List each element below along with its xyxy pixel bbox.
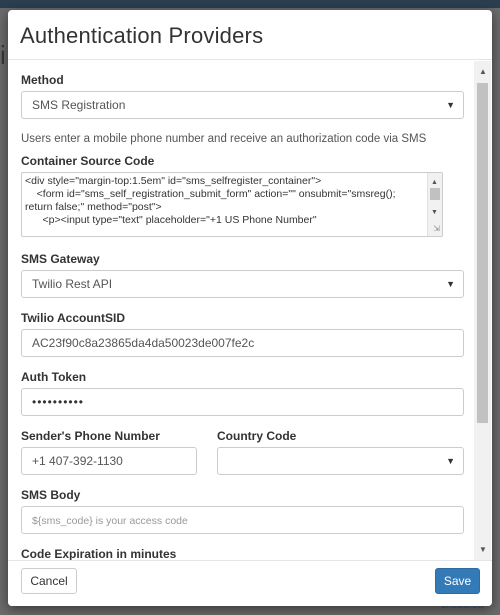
background-title-fragment: i: [0, 40, 6, 70]
account-sid-label: Twilio AccountSID: [21, 311, 125, 325]
background-top-bar: [0, 0, 500, 8]
code-line: <div style="margin-top:1.5em" id="sms_se…: [25, 175, 322, 187]
country-code-label: Country Code: [217, 429, 297, 443]
container-source-label: Container Source Code: [21, 154, 155, 168]
authentication-providers-modal: Authentication Providers Method SMS Regi…: [8, 10, 492, 606]
code-line: <p><input type="text" placeholder="+1 US…: [25, 214, 317, 226]
chevron-down-icon: ▼: [446, 456, 455, 466]
method-select-value: SMS Registration: [32, 98, 126, 112]
country-code-select[interactable]: ▼: [217, 447, 464, 475]
sender-phone-input[interactable]: +1 407-392-1130: [21, 447, 197, 475]
auth-token-label: Auth Token: [21, 370, 87, 384]
sms-gateway-label: SMS Gateway: [21, 252, 100, 266]
method-label: Method: [21, 73, 64, 87]
modal-title: Authentication Providers: [20, 23, 264, 48]
sender-phone-value: +1 407-392-1130: [32, 454, 123, 468]
method-help-text: Users enter a mobile phone number and re…: [21, 133, 427, 145]
sender-phone-label: Sender's Phone Number: [21, 429, 160, 443]
auth-token-value: ••••••••••: [32, 395, 85, 409]
code-line: <form id="sms_self_registration_submit_f…: [25, 188, 396, 200]
modal-body[interactable]: Method SMS Registration ▼ Users enter a …: [8, 61, 492, 560]
scrollbar-thumb[interactable]: [430, 188, 440, 200]
code-line: return false;" method="post">: [25, 201, 162, 213]
scroll-down-icon[interactable]: ▼: [431, 206, 438, 219]
account-sid-value: AC23f90c8a23865da4da50023de007fe2c: [32, 336, 255, 350]
auth-token-input[interactable]: ••••••••••: [21, 388, 464, 416]
cancel-button[interactable]: Cancel: [21, 568, 77, 594]
modal-body-scrollbar[interactable]: ▲ ▼: [474, 61, 491, 560]
code-expiration-label: Code Expiration in minutes: [21, 547, 177, 560]
account-sid-input[interactable]: AC23f90c8a23865da4da50023de007fe2c: [21, 329, 464, 357]
resize-handle-icon[interactable]: ⇲: [433, 222, 440, 235]
save-button[interactable]: Save: [435, 568, 480, 594]
method-select[interactable]: SMS Registration ▼: [21, 91, 464, 119]
scrollbar-thumb[interactable]: [477, 83, 488, 423]
sms-body-placeholder: ${sms_code} is your access code: [32, 515, 188, 527]
sms-gateway-value: Twilio Rest API: [32, 277, 113, 291]
container-source-textarea[interactable]: <div style="margin-top:1.5em" id="sms_se…: [21, 172, 443, 237]
scroll-up-icon[interactable]: ▲: [479, 67, 487, 76]
modal-footer: Cancel Save: [8, 560, 492, 606]
chevron-down-icon: ▼: [446, 100, 455, 110]
sms-gateway-select[interactable]: Twilio Rest API ▼: [21, 270, 464, 298]
chevron-down-icon: ▼: [446, 279, 455, 289]
sms-body-label: SMS Body: [21, 488, 81, 502]
scroll-down-icon[interactable]: ▼: [479, 545, 487, 554]
modal-header: Authentication Providers: [8, 10, 492, 60]
sms-body-input[interactable]: ${sms_code} is your access code: [21, 506, 464, 534]
